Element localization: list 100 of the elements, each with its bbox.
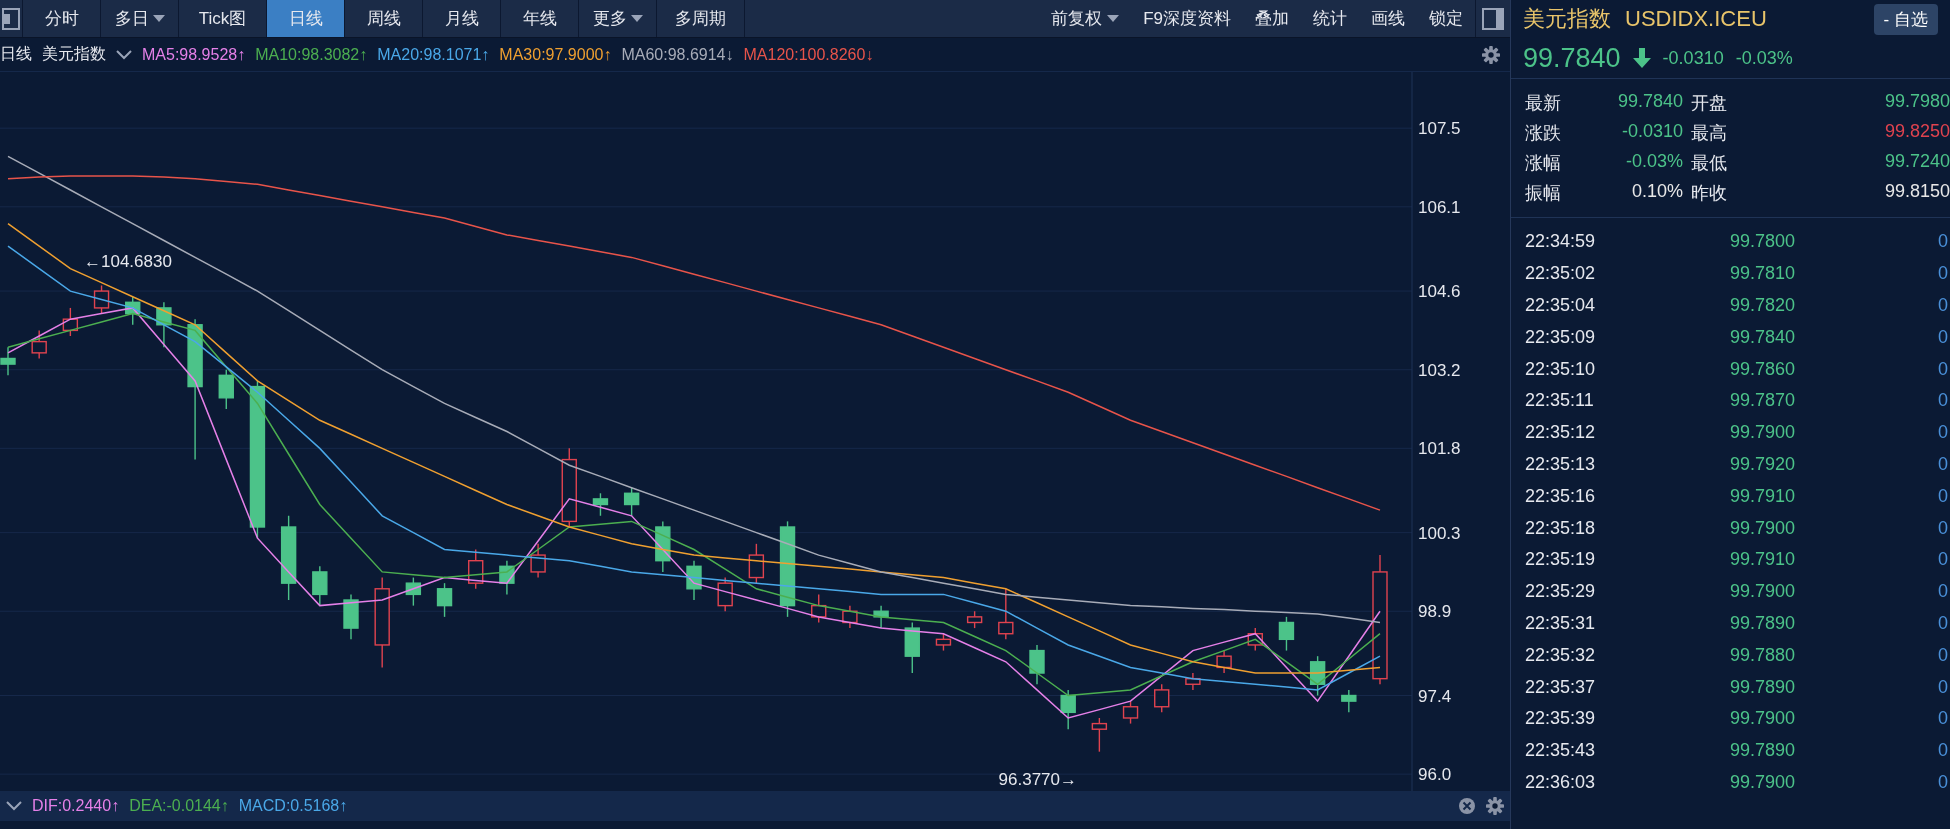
candlestick bbox=[31, 329, 47, 360]
tick-price: 99.7840 bbox=[1728, 326, 1795, 348]
tick-volume: 0 bbox=[1937, 740, 1949, 762]
percent-change: -0.03% bbox=[1735, 47, 1793, 69]
toolbar-button[interactable]: F9深度资料 bbox=[1131, 0, 1243, 37]
toolbar-button[interactable]: 画线 bbox=[1359, 0, 1417, 37]
stat-label: 涨幅 bbox=[1525, 152, 1562, 175]
tick-time: 22:35:19 bbox=[1525, 549, 1597, 571]
stat-value: 99.8150 bbox=[1883, 181, 1950, 203]
candlestick bbox=[218, 369, 234, 410]
candlestick bbox=[1122, 700, 1139, 725]
indicator-value: DIF:0.2440↑ bbox=[32, 797, 120, 815]
indicator-value: MA20:98.1071↑ bbox=[377, 45, 490, 64]
stat-label: 开盘 bbox=[1691, 92, 1728, 115]
candlestick bbox=[436, 582, 453, 618]
settings-icon[interactable] bbox=[1486, 797, 1504, 815]
tick-price: 99.7810 bbox=[1728, 263, 1795, 285]
tick-volume: 0 bbox=[1937, 676, 1949, 698]
stat-label: 涨跌 bbox=[1525, 122, 1562, 145]
indicator-value: MACD:0.5168↑ bbox=[238, 797, 348, 815]
low-price-marker: 96.3770→ bbox=[998, 769, 1077, 789]
price-axis-label: 101.8 bbox=[1418, 439, 1461, 459]
indicator-value: MA5:98.9528↑ bbox=[142, 45, 246, 64]
tick-volume: 0 bbox=[1937, 231, 1949, 253]
candlestick bbox=[1091, 717, 1108, 753]
chevron-down-icon[interactable] bbox=[116, 49, 132, 60]
toolbar-button[interactable]: 统计 bbox=[1301, 0, 1359, 37]
stat-label: 振幅 bbox=[1525, 182, 1562, 205]
price-axis-label: 104.6 bbox=[1418, 282, 1461, 302]
tick-time: 22:35:04 bbox=[1525, 295, 1597, 316]
tick-volume: 0 bbox=[1937, 295, 1949, 316]
tick-time: 22:34:59 bbox=[1525, 231, 1597, 253]
candlestick bbox=[93, 284, 110, 315]
tick-time: 22:35:13 bbox=[1525, 453, 1597, 475]
stat-value: 99.7980 bbox=[1883, 91, 1950, 113]
panel-toggle-icon[interactable] bbox=[2, 7, 20, 30]
tick-time: 22:35:32 bbox=[1525, 644, 1597, 666]
stat-label: 最新 bbox=[1525, 92, 1562, 115]
tick-volume: 0 bbox=[1937, 771, 1949, 793]
price-axis-label: 107.5 bbox=[1418, 119, 1461, 139]
price-axis-label: 97.4 bbox=[1418, 686, 1452, 706]
tick-time: 22:36:03 bbox=[1525, 771, 1597, 793]
last-price: 99.7840 bbox=[1523, 42, 1621, 74]
toolbar-button[interactable]: 前复权 bbox=[1039, 0, 1132, 37]
tick-time: 22:35:43 bbox=[1525, 740, 1597, 762]
candlestick bbox=[748, 543, 765, 584]
tick-price: 99.7870 bbox=[1728, 390, 1795, 412]
tick-price: 99.7900 bbox=[1728, 581, 1795, 603]
price-axis-label: 103.2 bbox=[1418, 360, 1461, 380]
tick-volume: 0 bbox=[1937, 358, 1949, 380]
settings-icon[interactable] bbox=[1482, 45, 1500, 64]
watchlist-button[interactable]: - 自选 bbox=[1873, 3, 1938, 35]
stat-label: 最低 bbox=[1691, 152, 1728, 175]
price-axis-label: 106.1 bbox=[1418, 197, 1461, 217]
tick-price: 99.7900 bbox=[1728, 708, 1795, 730]
tick-price: 99.7910 bbox=[1728, 485, 1795, 507]
candlestick bbox=[1060, 689, 1076, 730]
indicator-value: MA30:97.9000↑ bbox=[499, 45, 612, 64]
candlestick bbox=[1029, 644, 1045, 685]
tick-volume: 0 bbox=[1937, 549, 1949, 571]
tick-volume: 0 bbox=[1937, 517, 1949, 539]
tick-time: 22:35:31 bbox=[1525, 612, 1597, 634]
candlestick bbox=[717, 576, 733, 612]
stat-value: 99.8250 bbox=[1883, 121, 1950, 143]
tick-time: 22:35:16 bbox=[1525, 485, 1597, 507]
stat-value: -0.03% bbox=[1624, 151, 1683, 173]
chevron-down-icon[interactable] bbox=[6, 801, 22, 811]
price-change: -0.0310 bbox=[1662, 47, 1724, 69]
tick-time: 22:35:09 bbox=[1525, 326, 1597, 348]
close-icon[interactable] bbox=[1458, 797, 1476, 815]
toolbar-button[interactable]: 锁定 bbox=[1417, 0, 1475, 37]
tick-price: 99.7890 bbox=[1728, 740, 1795, 762]
stat-label: 昨收 bbox=[1691, 182, 1728, 205]
candlestick bbox=[623, 486, 640, 517]
candlestick bbox=[0, 346, 16, 377]
tick-price: 99.7880 bbox=[1728, 644, 1795, 666]
toolbar-button[interactable]: 叠加 bbox=[1243, 0, 1301, 37]
tick-volume: 0 bbox=[1937, 390, 1949, 412]
indicator-value: MA120:100.8260↓ bbox=[743, 45, 874, 64]
tick-price: 99.7900 bbox=[1728, 422, 1795, 444]
candlestick bbox=[312, 565, 328, 607]
tick-time: 22:35:18 bbox=[1525, 517, 1597, 539]
high-price-marker: ←104.6830 bbox=[84, 251, 172, 271]
tick-price: 99.7910 bbox=[1728, 549, 1795, 571]
instrument-code: USDIDX.ICEU bbox=[1625, 6, 1767, 32]
period-label: 日线 bbox=[0, 44, 32, 64]
tick-time: 22:35:12 bbox=[1525, 422, 1597, 444]
tick-volume: 0 bbox=[1937, 644, 1949, 666]
indicator-value: MA60:98.6914↓ bbox=[621, 45, 734, 64]
side-panel-icon[interactable] bbox=[1482, 7, 1504, 30]
stat-label: 最高 bbox=[1691, 122, 1728, 145]
tick-time: 22:35:29 bbox=[1525, 581, 1597, 603]
instrument-name: 美元指数 bbox=[1523, 5, 1611, 33]
candlestick bbox=[998, 588, 1014, 641]
tick-price: 99.7800 bbox=[1728, 231, 1795, 253]
tick-volume: 0 bbox=[1937, 708, 1949, 730]
candlestick bbox=[530, 543, 546, 579]
stat-value: -0.0310 bbox=[1620, 121, 1683, 143]
tick-time: 22:35:02 bbox=[1525, 263, 1597, 285]
price-axis-label: 98.9 bbox=[1418, 602, 1452, 622]
